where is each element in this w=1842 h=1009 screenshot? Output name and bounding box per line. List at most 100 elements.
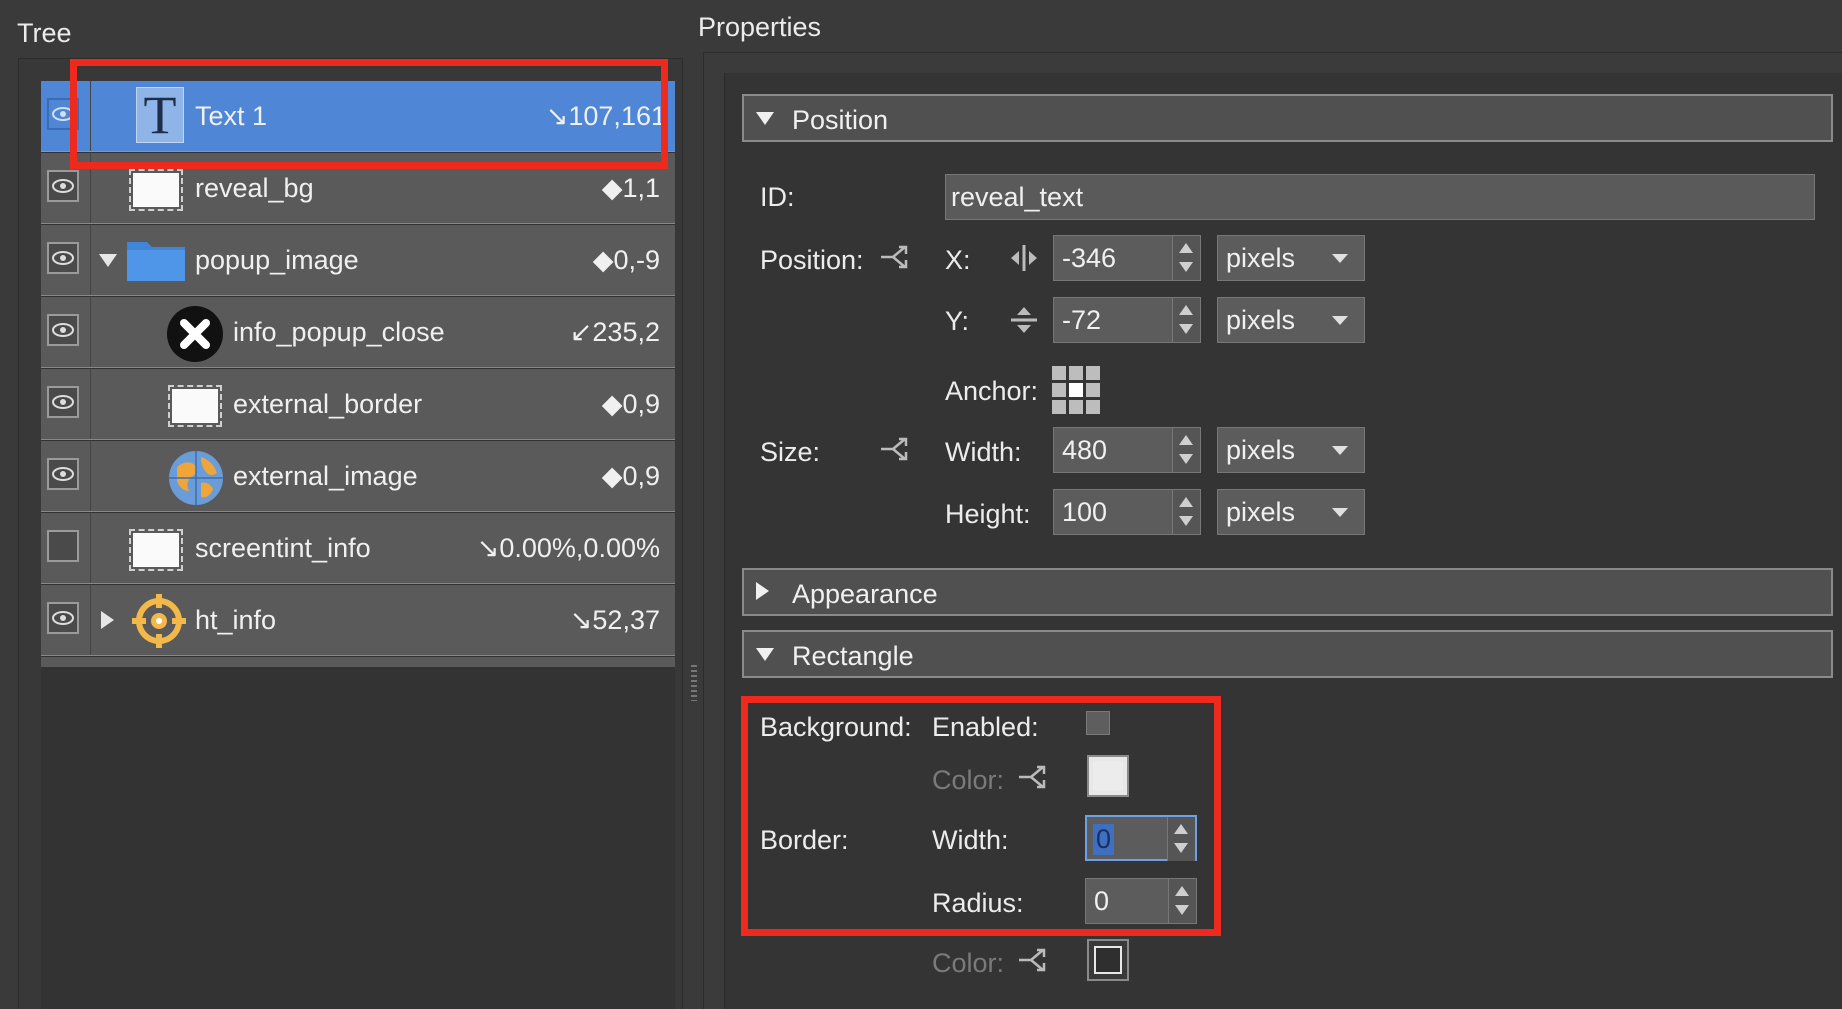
stepper-arrows[interactable]	[1172, 428, 1200, 472]
y-input[interactable]: -72	[1053, 297, 1201, 343]
section-position-header[interactable]: Position	[742, 94, 1833, 142]
section-title: Position	[792, 105, 889, 135]
rectangle-icon	[168, 377, 222, 427]
link-icon[interactable]	[1016, 762, 1050, 792]
border-width-label: Width:	[932, 825, 1009, 855]
tree-panel-title: Tree	[17, 18, 72, 48]
link-icon[interactable]	[878, 434, 912, 464]
expand-arrow-icon[interactable]	[101, 611, 114, 629]
stepper-arrows[interactable]	[1172, 490, 1200, 534]
tree-item-external-image[interactable]: external_image ◆0,9	[41, 441, 675, 512]
tree-item-label: info_popup_close	[233, 317, 445, 347]
visibility-toggle[interactable]	[47, 530, 79, 562]
border-color-label: Color:	[932, 948, 1005, 978]
tree-item-label: screentint_info	[195, 533, 371, 563]
tree-item-popup-image[interactable]: popup_image ◆0,-9	[41, 225, 675, 296]
tree-item-label: popup_image	[195, 245, 359, 275]
visibility-toggle[interactable]	[47, 170, 79, 202]
visibility-toggle[interactable]	[47, 458, 79, 490]
tree-panel: T Text 1 ↘107,161 reveal_bg ◆1,1 popup_i…	[18, 58, 683, 1009]
tree-item-info-popup-close[interactable]: info_popup_close ↙235,2	[41, 297, 675, 368]
tree-item-value: ↘52,37	[569, 605, 660, 635]
height-input[interactable]: 100	[1053, 489, 1201, 535]
link-icon[interactable]	[878, 242, 912, 272]
visibility-toggle[interactable]	[47, 314, 79, 346]
globe-icon	[167, 449, 225, 512]
chevron-down-icon	[1332, 446, 1348, 455]
target-icon	[130, 592, 188, 655]
background-label: Background:	[760, 712, 912, 742]
section-appearance-header[interactable]: Appearance	[742, 568, 1833, 616]
vertical-move-icon	[1011, 307, 1037, 333]
eye-icon	[52, 251, 74, 265]
enabled-label: Enabled:	[932, 712, 1039, 742]
eye-icon	[52, 179, 74, 193]
y-label: Y:	[945, 306, 970, 336]
section-rectangle-header[interactable]: Rectangle	[742, 630, 1833, 678]
position-label: Position:	[760, 245, 864, 275]
eye-icon	[52, 395, 74, 409]
properties-panel-title: Properties	[698, 12, 822, 42]
tree-item-ht-info[interactable]: ht_info ↘52,37	[41, 585, 675, 656]
close-icon	[166, 305, 224, 368]
background-enabled-checkbox[interactable]	[1086, 711, 1110, 735]
border-width-input[interactable]: 0	[1085, 815, 1197, 861]
visibility-toggle[interactable]	[47, 602, 79, 634]
stepper-arrows[interactable]	[1168, 879, 1196, 923]
anchor-grid[interactable]	[1052, 366, 1100, 414]
radius-label: Radius:	[932, 888, 1024, 918]
tree-item-value: ↙235,2	[569, 317, 660, 347]
visibility-toggle[interactable]	[47, 98, 79, 130]
tree-item-value: ◆0,9	[601, 389, 660, 419]
tree-item-screentint-info[interactable]: screentint_info ↘0.00%,0.00%	[41, 513, 675, 584]
chevron-down-icon	[1332, 316, 1348, 325]
x-input[interactable]: -346	[1053, 235, 1201, 281]
background-color-swatch[interactable]	[1087, 755, 1129, 797]
expand-triangle-icon	[756, 582, 769, 600]
stepper-arrows[interactable]	[1172, 298, 1200, 342]
tree-item-label: Text 1	[195, 101, 268, 131]
collapse-triangle-icon	[756, 648, 774, 661]
x-unit-select[interactable]: pixels	[1217, 235, 1365, 281]
chevron-down-icon	[1332, 254, 1348, 263]
folder-icon	[126, 236, 186, 287]
height-label: Height:	[945, 499, 1031, 529]
chevron-down-icon	[1332, 508, 1348, 517]
stepper-arrows[interactable]	[1167, 817, 1195, 861]
stepper-arrows[interactable]	[1172, 236, 1200, 280]
panel-splitter[interactable]	[691, 665, 697, 701]
tree-item-label: external_border	[233, 389, 423, 419]
collapse-arrow-icon[interactable]	[99, 254, 117, 267]
width-input[interactable]: 480	[1053, 427, 1201, 473]
height-unit-select[interactable]: pixels	[1217, 489, 1365, 535]
tree-item-external-border[interactable]: external_border ◆0,9	[41, 369, 675, 440]
text-icon: T	[136, 87, 184, 143]
anchor-label: Anchor:	[945, 376, 1039, 406]
rectangle-icon	[129, 521, 183, 571]
rectangle-icon	[129, 161, 183, 211]
eye-icon	[52, 323, 74, 337]
size-label: Size:	[760, 437, 821, 467]
section-title: Rectangle	[792, 641, 914, 671]
collapse-triangle-icon	[756, 112, 774, 125]
section-title: Appearance	[792, 579, 938, 609]
id-input[interactable]: reveal_text	[945, 174, 1815, 220]
horizontal-move-icon	[1011, 245, 1037, 271]
tree-item-reveal-bg[interactable]: reveal_bg ◆1,1	[41, 153, 675, 224]
x-label: X:	[945, 245, 971, 275]
tree-item-value: ↘0.00%,0.00%	[476, 533, 660, 563]
visibility-toggle[interactable]	[47, 242, 79, 274]
background-color-label: Color:	[932, 765, 1005, 795]
tree-item-value: ◆0,9	[601, 461, 660, 491]
y-unit-select[interactable]: pixels	[1217, 297, 1365, 343]
tree-item-text-1[interactable]: T Text 1 ↘107,161	[41, 81, 675, 152]
eye-icon	[52, 107, 74, 121]
width-unit-select[interactable]: pixels	[1217, 427, 1365, 473]
tree-item-value: ◆0,-9	[592, 245, 660, 275]
border-color-swatch[interactable]	[1087, 939, 1129, 981]
tree-item-label: reveal_bg	[195, 173, 314, 203]
eye-icon	[52, 611, 74, 625]
radius-input[interactable]: 0	[1085, 878, 1197, 924]
link-icon[interactable]	[1016, 945, 1050, 975]
visibility-toggle[interactable]	[47, 386, 79, 418]
